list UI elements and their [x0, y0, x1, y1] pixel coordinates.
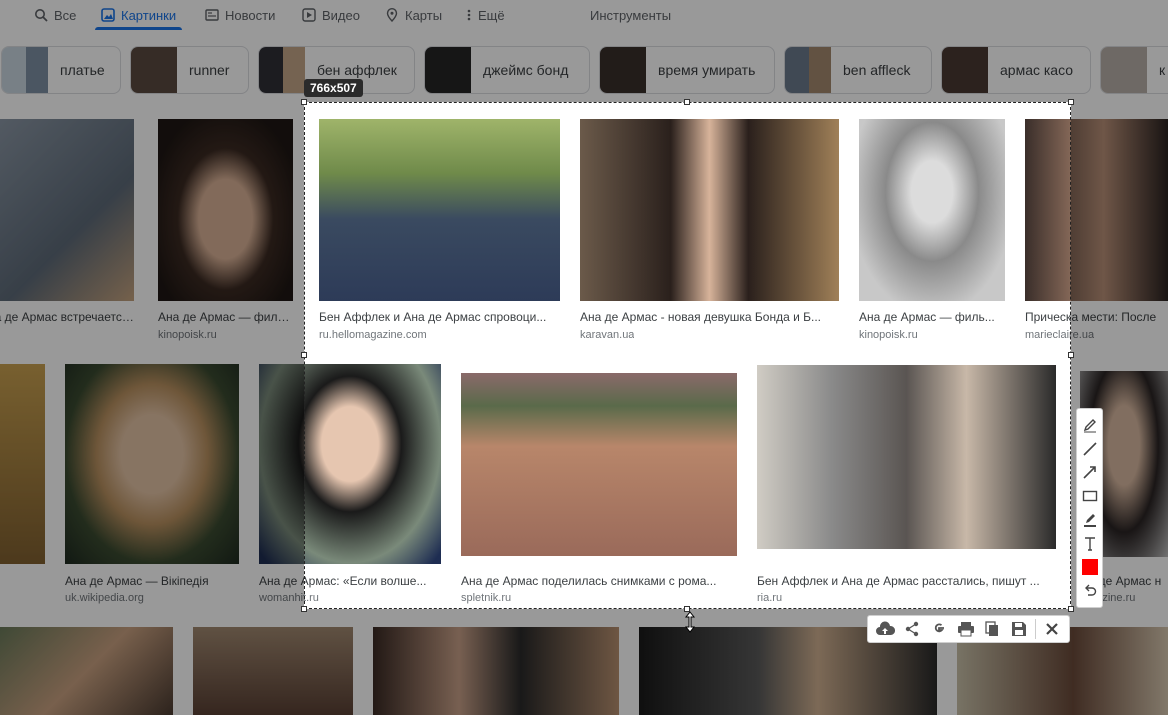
image-icon: [101, 8, 115, 22]
resize-handle[interactable]: [1068, 99, 1074, 105]
tab-more[interactable]: Ещё: [466, 0, 505, 30]
chip-no-time-to-die[interactable]: время умирать: [599, 46, 775, 94]
annotation-toolbar: [1076, 408, 1103, 608]
chip-ben-affleck-en[interactable]: ben affleck: [784, 46, 932, 94]
search-icon: [34, 8, 48, 22]
toolbar-divider: [1034, 619, 1036, 639]
chip-thumbnail: [131, 47, 177, 93]
google-icon[interactable]: [928, 618, 950, 640]
chip-dress[interactable]: платье: [1, 46, 121, 94]
result-thumbnail: [0, 119, 134, 301]
text-icon[interactable]: [1080, 534, 1100, 554]
resize-handle[interactable]: [301, 99, 307, 105]
result-card[interactable]: Ана де Армас — Вікіпедія uk.wikipedia.or…: [65, 364, 239, 609]
more-vert-icon: [466, 8, 472, 22]
print-icon[interactable]: [955, 618, 977, 640]
chip-thumbnail: [942, 47, 988, 93]
color-swatch[interactable]: [1080, 557, 1100, 577]
chip-thumbnail: [259, 47, 305, 93]
resize-handle[interactable]: [684, 99, 690, 105]
result-thumbnail: [859, 119, 1005, 301]
pencil-icon[interactable]: [1080, 415, 1100, 435]
result-card[interactable]: Прическа мести: После marieclaire.ua: [1025, 119, 1168, 344]
copy-icon[interactable]: [981, 618, 1003, 640]
map-pin-icon: [385, 8, 399, 22]
resize-handle[interactable]: [1068, 606, 1074, 612]
result-card[interactable]: [193, 627, 353, 715]
chip-more[interactable]: к: [1100, 46, 1168, 94]
result-thumbnail: [580, 119, 839, 301]
rectangle-icon[interactable]: [1080, 486, 1100, 506]
capture-action-toolbar: [867, 615, 1070, 643]
result-thumbnail: [1025, 119, 1168, 301]
tools-button[interactable]: Инструменты: [590, 0, 671, 30]
search-tabs: Все Картинки Новости Видео Карты Ещё Инс…: [0, 0, 1168, 30]
result-thumbnail: [461, 373, 737, 556]
chip-thumbnail: [1101, 47, 1147, 93]
resize-handle[interactable]: [1068, 352, 1074, 358]
result-card[interactable]: [0, 627, 173, 715]
result-thumbnail: [193, 627, 353, 715]
news-icon: [205, 8, 219, 22]
chip-thumbnail: [2, 47, 48, 93]
cloud-upload-icon[interactable]: [874, 618, 896, 640]
chip-thumbnail: [600, 47, 646, 93]
result-card[interactable]: Ана де Армас - новая девушка Бонда и Б..…: [580, 119, 839, 344]
result-card[interactable]: [0, 364, 45, 564]
result-card[interactable]: Ана де Армас — филь... kinopoisk.ru: [859, 119, 1005, 344]
result-card[interactable]: Ана де Армас: «Если волше... womanhit.ru: [259, 364, 441, 609]
result-thumbnail: [65, 364, 239, 564]
result-thumbnail: [0, 364, 45, 564]
result-card[interactable]: Ана де Армас поделилась снимками с рома.…: [461, 373, 737, 609]
result-card[interactable]: Ана де Армас встречается с Бе...: [0, 119, 134, 344]
result-thumbnail: [373, 627, 619, 715]
chip-armas-kaso[interactable]: армас касо: [941, 46, 1091, 94]
result-thumbnail: [0, 627, 173, 715]
result-thumbnail: [259, 364, 441, 564]
resize-handle[interactable]: [301, 352, 307, 358]
tab-maps[interactable]: Карты: [385, 0, 442, 30]
result-thumbnail: [319, 119, 560, 301]
tab-video[interactable]: Видео: [302, 0, 360, 30]
arrow-icon[interactable]: [1080, 462, 1100, 482]
chip-thumbnail: [785, 47, 831, 93]
result-card[interactable]: [373, 627, 619, 715]
related-searches: платье runner бен аффлек джеймс бонд вре…: [0, 46, 1168, 96]
result-card[interactable]: Ана де Армас — филь... kinopoisk.ru: [158, 119, 293, 344]
result-card[interactable]: Бен Аффлек и Ана де Армас спровоци... ru…: [319, 119, 560, 344]
chip-thumbnail: [425, 47, 471, 93]
tab-images[interactable]: Картинки: [94, 0, 183, 30]
tab-all[interactable]: Все: [34, 0, 76, 30]
share-icon[interactable]: [901, 618, 923, 640]
line-icon[interactable]: [1080, 439, 1100, 459]
result-card[interactable]: Бен Аффлек и Ана де Армас расстались, пи…: [757, 365, 1056, 609]
play-icon: [302, 8, 316, 22]
resize-cursor-icon: [684, 611, 696, 633]
chip-runner[interactable]: runner: [130, 46, 249, 94]
marker-icon[interactable]: [1080, 510, 1100, 530]
result-thumbnail: [158, 119, 293, 301]
close-icon[interactable]: [1041, 618, 1063, 640]
undo-icon[interactable]: [1080, 581, 1100, 601]
result-thumbnail: [757, 365, 1056, 549]
tab-news[interactable]: Новости: [205, 0, 275, 30]
selection-size-label: 766x507: [304, 79, 363, 97]
save-icon[interactable]: [1008, 618, 1030, 640]
chip-james-bond[interactable]: джеймс бонд: [424, 46, 590, 94]
